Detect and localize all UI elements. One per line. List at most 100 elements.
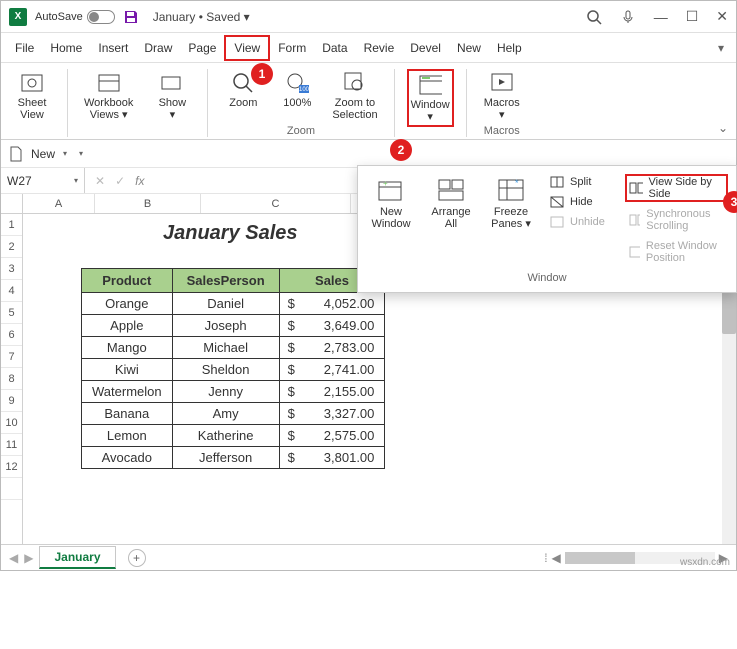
table-row[interactable]: LemonKatherine$2,575.00	[82, 425, 385, 447]
menu-data[interactable]: Data	[314, 37, 355, 59]
sheet-view-button[interactable]: Sheet View	[9, 69, 55, 123]
mic-icon[interactable]	[620, 9, 636, 25]
cell-dollar[interactable]: $	[279, 359, 305, 381]
table-row[interactable]: OrangeDaniel$4,052.00	[82, 293, 385, 315]
menu-formulas[interactable]: Form	[270, 37, 314, 59]
autosave-toggle[interactable]: AutoSave	[35, 10, 115, 24]
collapse-ribbon-icon[interactable]: ⌄	[718, 121, 728, 135]
zoom-selection-button[interactable]: Zoom to Selection	[328, 69, 381, 123]
split-button[interactable]: Split	[546, 174, 609, 190]
sheet-tab-january[interactable]: January	[39, 546, 115, 569]
row-1[interactable]: 1	[1, 214, 22, 236]
row-4[interactable]: 4	[1, 280, 22, 302]
minimize-icon[interactable]: —	[654, 9, 668, 25]
menu-draw[interactable]: Draw	[136, 37, 180, 59]
header-product[interactable]: Product	[82, 269, 173, 293]
row-5[interactable]: 5	[1, 302, 22, 324]
table-row[interactable]: AppleJoseph$3,649.00	[82, 315, 385, 337]
qat-customize-icon[interactable]: ▾	[79, 149, 83, 158]
close-icon[interactable]: ✕	[716, 8, 728, 25]
col-B[interactable]: B	[95, 194, 201, 213]
menu-file[interactable]: File	[7, 37, 42, 59]
table-row[interactable]: MangoMichael$2,783.00	[82, 337, 385, 359]
row-6[interactable]: 6	[1, 324, 22, 346]
cell-person[interactable]: Michael	[172, 337, 279, 359]
show-button[interactable]: Show ▾	[149, 69, 195, 123]
menu-home[interactable]: Home	[42, 37, 90, 59]
cell-amount[interactable]: 4,052.00	[305, 293, 385, 315]
tab-nav-prev-icon[interactable]: ◀	[9, 551, 18, 565]
table-row[interactable]: WatermelonJenny$2,155.00	[82, 381, 385, 403]
toggle-off-icon[interactable]	[87, 10, 115, 24]
fx-icon[interactable]: fx	[135, 174, 144, 188]
cell-amount[interactable]: 2,783.00	[305, 337, 385, 359]
cell-dollar[interactable]: $	[279, 315, 305, 337]
cell-person[interactable]: Katherine	[172, 425, 279, 447]
menu-view[interactable]: View	[224, 35, 270, 61]
cell-dollar[interactable]: $	[279, 293, 305, 315]
cell-person[interactable]: Sheldon	[172, 359, 279, 381]
macros-button[interactable]: Macros ▾	[479, 69, 525, 123]
zoom-100-button[interactable]: 100 100%	[274, 69, 320, 123]
table-row[interactable]: AvocadoJefferson$3,801.00	[82, 447, 385, 469]
cell-product[interactable]: Lemon	[82, 425, 173, 447]
save-icon[interactable]	[123, 9, 139, 25]
menu-new[interactable]: New	[449, 37, 489, 59]
menu-insert[interactable]: Insert	[90, 37, 136, 59]
row-12[interactable]: 12	[1, 456, 22, 478]
cell-product[interactable]: Watermelon	[82, 381, 173, 403]
arrange-all-button[interactable]: Arrange All	[426, 174, 476, 266]
select-all-corner[interactable]	[1, 194, 23, 213]
menu-review[interactable]: Revie	[356, 37, 403, 59]
row-blank[interactable]	[1, 478, 22, 500]
row-11[interactable]: 11	[1, 434, 22, 456]
cell-product[interactable]: Banana	[82, 403, 173, 425]
tab-nav-next-icon[interactable]: ▶	[24, 551, 33, 565]
cell-dollar[interactable]: $	[279, 403, 305, 425]
workbook-views-button[interactable]: Workbook Views ▾	[80, 69, 137, 123]
cell-product[interactable]: Avocado	[82, 447, 173, 469]
menu-developer[interactable]: Devel	[402, 37, 449, 59]
menu-help[interactable]: Help	[489, 37, 530, 59]
header-salesperson[interactable]: SalesPerson	[172, 269, 279, 293]
cell-person[interactable]: Amy	[172, 403, 279, 425]
row-2[interactable]: 2	[1, 236, 22, 258]
ribbon-overflow-icon[interactable]: ▾	[718, 41, 730, 55]
freeze-panes-button[interactable]: * Freeze Panes ▾	[486, 174, 536, 266]
enter-formula-icon[interactable]: ✓	[115, 174, 125, 188]
chevron-down-icon[interactable]: ▾	[74, 176, 78, 185]
cancel-formula-icon[interactable]: ✕	[95, 174, 105, 188]
row-8[interactable]: 8	[1, 368, 22, 390]
menu-page[interactable]: Page	[180, 37, 224, 59]
hide-button[interactable]: Hide	[546, 194, 609, 210]
cell-dollar[interactable]: $	[279, 381, 305, 403]
cell-amount[interactable]: 3,327.00	[305, 403, 385, 425]
cell-product[interactable]: Mango	[82, 337, 173, 359]
cell-product[interactable]: Kiwi	[82, 359, 173, 381]
cell-person[interactable]: Jenny	[172, 381, 279, 403]
cell-amount[interactable]: 2,155.00	[305, 381, 385, 403]
cell-amount[interactable]: 2,741.00	[305, 359, 385, 381]
row-9[interactable]: 9	[1, 390, 22, 412]
row-7[interactable]: 7	[1, 346, 22, 368]
window-button[interactable]: Window ▾	[407, 69, 454, 127]
cell-product[interactable]: Orange	[82, 293, 173, 315]
new-window-button[interactable]: + New Window	[366, 174, 416, 266]
row-10[interactable]: 10	[1, 412, 22, 434]
chevron-down-icon[interactable]: ▾	[63, 149, 67, 158]
cell-product[interactable]: Apple	[82, 315, 173, 337]
cell-person[interactable]: Jefferson	[172, 447, 279, 469]
table-row[interactable]: BananaAmy$3,327.00	[82, 403, 385, 425]
cell-person[interactable]: Joseph	[172, 315, 279, 337]
cell-dollar[interactable]: $	[279, 425, 305, 447]
col-C[interactable]: C	[201, 194, 351, 213]
row-3[interactable]: 3	[1, 258, 22, 280]
new-file-icon[interactable]	[9, 146, 23, 162]
cell-amount[interactable]: 3,649.00	[305, 315, 385, 337]
maximize-icon[interactable]: ☐	[686, 8, 699, 25]
cell-dollar[interactable]: $	[279, 337, 305, 359]
cell-amount[interactable]: 3,801.00	[305, 447, 385, 469]
cell-person[interactable]: Daniel	[172, 293, 279, 315]
cell-amount[interactable]: 2,575.00	[305, 425, 385, 447]
search-icon[interactable]	[586, 9, 602, 25]
